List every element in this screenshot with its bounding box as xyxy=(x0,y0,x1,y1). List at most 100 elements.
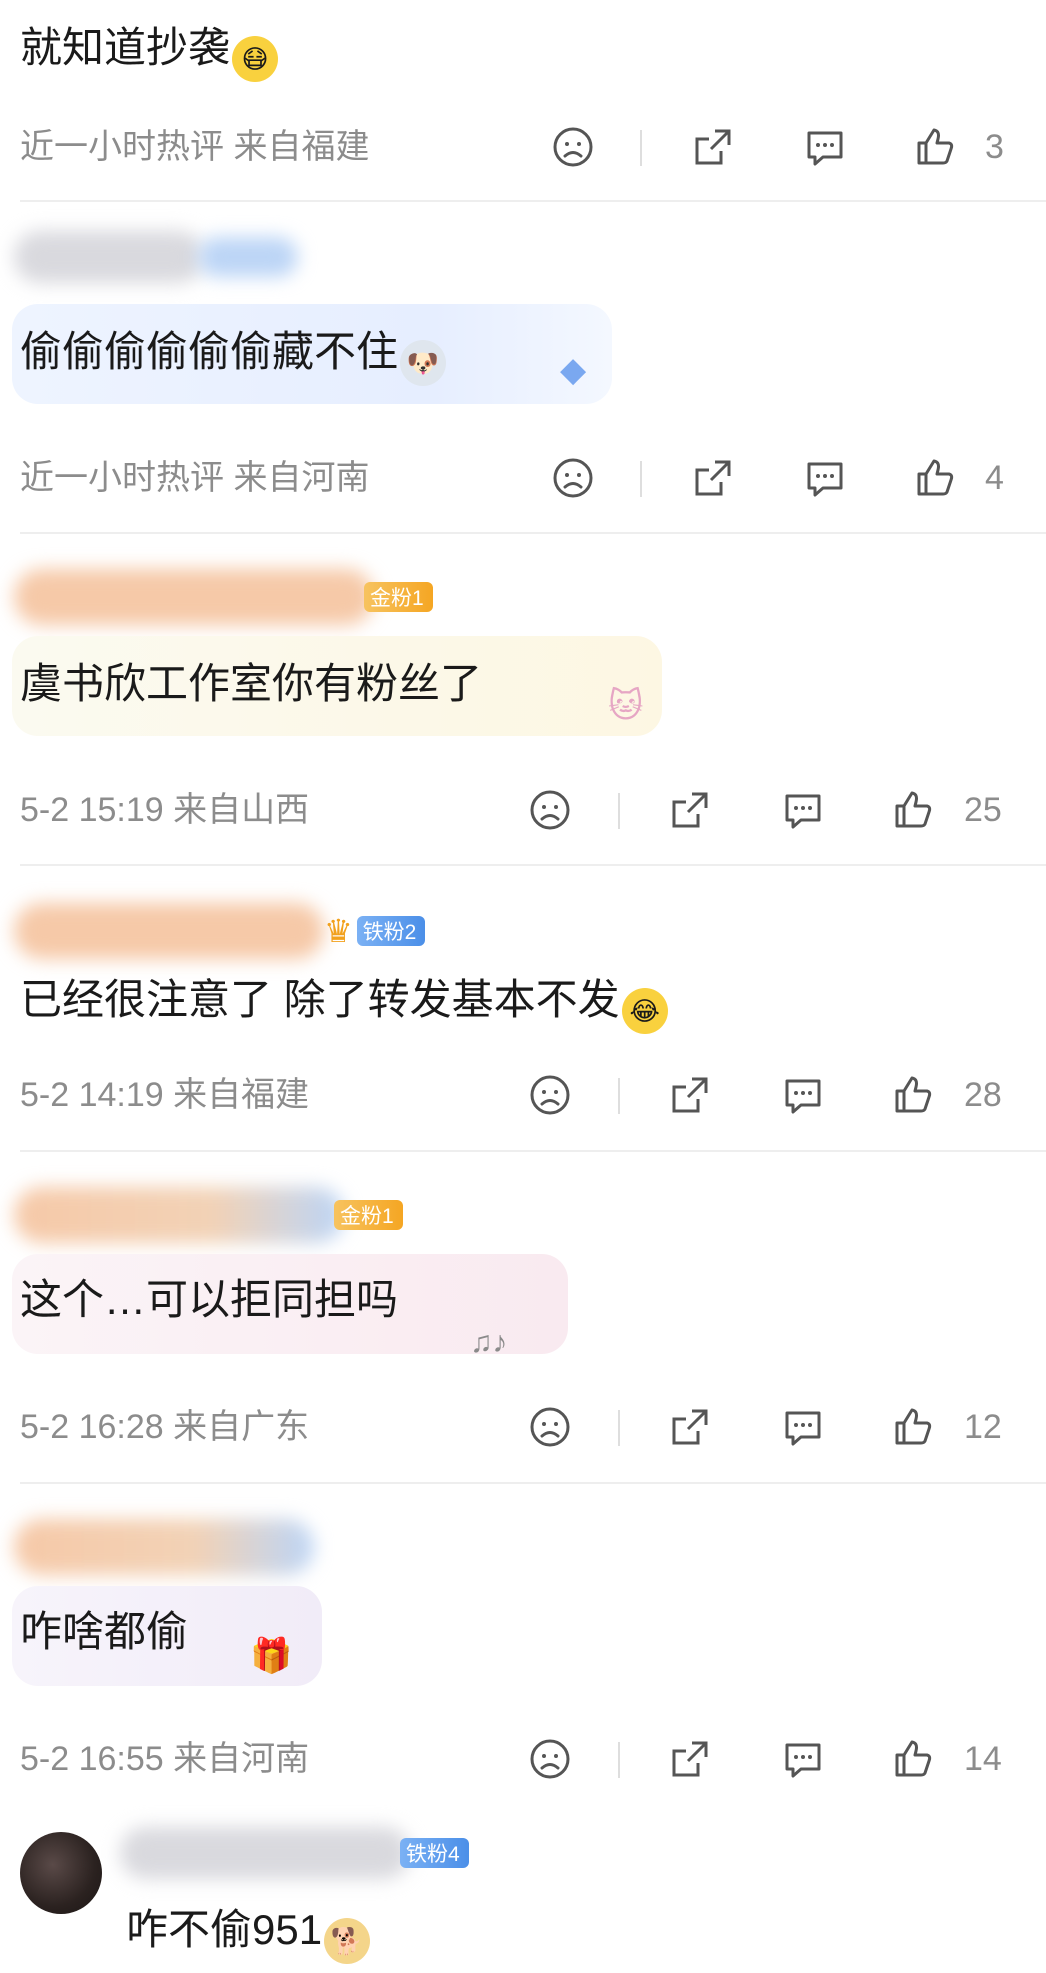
share-button[interactable] xyxy=(688,122,738,172)
blurred-username xyxy=(14,903,324,959)
share-icon xyxy=(695,129,731,165)
share-icon xyxy=(695,460,731,496)
doge-emoji-icon: 🐕 xyxy=(324,1918,371,1964)
comment-actions: 3 xyxy=(0,122,1046,172)
like-count: 3 xyxy=(985,128,1004,166)
comment-text: 咋不偷951 🐕 xyxy=(126,1900,371,1964)
share-button[interactable] xyxy=(665,1402,715,1452)
dislike-button[interactable] xyxy=(525,1734,575,1784)
divider xyxy=(20,1482,1046,1484)
fan-badge: 金粉1 xyxy=(364,582,433,612)
comment-icon xyxy=(807,131,843,166)
thumbs-up-icon xyxy=(895,1408,932,1445)
divider-line xyxy=(618,1410,620,1446)
dislike-button[interactable] xyxy=(548,122,598,172)
divider xyxy=(20,200,1046,202)
crown-icon: ♛ xyxy=(324,913,353,949)
like-button[interactable] xyxy=(888,785,938,835)
reply-button[interactable] xyxy=(778,785,828,835)
comment-actions: 4 xyxy=(0,453,1046,503)
username-blurred xyxy=(14,1512,314,1582)
like-button[interactable] xyxy=(888,1070,938,1120)
dislike-button[interactable] xyxy=(525,1070,575,1120)
sad-face-icon xyxy=(530,790,570,830)
like-button[interactable] xyxy=(910,122,960,172)
comment-text: 这个…可以拒同担吗 xyxy=(20,1276,399,1323)
comment-icon xyxy=(807,462,843,497)
divider xyxy=(20,864,1046,866)
reply-button[interactable] xyxy=(778,1402,828,1452)
blurred-username xyxy=(14,231,204,283)
comment-icon xyxy=(785,1079,821,1114)
dislike-button[interactable] xyxy=(525,785,575,835)
comment-icon xyxy=(785,1411,821,1446)
comment-text: 就知道抄袭 😷 xyxy=(20,18,279,82)
dislike-button[interactable] xyxy=(548,453,598,503)
cat-gift-decoration-icon: 🎁 xyxy=(250,1637,293,1675)
thumbs-up-icon xyxy=(895,1076,932,1113)
sad-face-icon xyxy=(530,1407,570,1447)
fan-badge: 金粉1 xyxy=(334,1200,403,1230)
comment-text: 偷偷偷偷偷偷藏不住 🐶 xyxy=(20,322,447,386)
username-blurred: 金粉1 xyxy=(14,1180,403,1250)
like-count: 14 xyxy=(964,1740,1002,1778)
reply-button[interactable] xyxy=(778,1734,828,1784)
comment-icon xyxy=(785,794,821,829)
reply-button[interactable] xyxy=(800,453,850,503)
sad-face-icon xyxy=(553,127,593,167)
comment-actions: 12 xyxy=(0,1402,1046,1452)
dislike-button[interactable] xyxy=(525,1402,575,1452)
piano-decoration-icon: ♫♪ xyxy=(470,1326,508,1359)
divider-line xyxy=(640,130,642,166)
share-icon xyxy=(672,1077,708,1113)
divider xyxy=(20,532,1046,534)
sticker-decoration-icon: 🐱 xyxy=(608,687,644,725)
blurred-badge xyxy=(198,237,298,277)
reply-button[interactable] xyxy=(800,122,850,172)
blurred-username xyxy=(14,1519,314,1575)
comment-text: 已经很注意了 除了转发基本不发 😂 xyxy=(20,970,668,1034)
comment-actions: 14 xyxy=(0,1734,1046,1784)
username-blurred: 金粉1 xyxy=(14,562,433,632)
share-button[interactable] xyxy=(665,1734,715,1784)
thumbs-up-icon xyxy=(895,1740,932,1777)
husky-emoji-icon: 🐶 xyxy=(400,340,447,386)
share-button[interactable] xyxy=(688,453,738,503)
share-icon xyxy=(672,792,708,828)
sad-face-icon xyxy=(553,458,593,498)
share-button[interactable] xyxy=(665,785,715,835)
like-button[interactable] xyxy=(888,1402,938,1452)
like-count: 4 xyxy=(985,459,1004,497)
diamond-decoration-icon: ◆ xyxy=(560,351,587,389)
comment-text: 虞书欣工作室你有粉丝了 xyxy=(20,660,483,707)
avatar[interactable] xyxy=(20,1832,102,1914)
comment-actions: 25 xyxy=(0,785,1046,835)
divider-line xyxy=(618,1742,620,1778)
thumbs-up-icon xyxy=(917,128,954,165)
fan-badge: 铁粉2 xyxy=(356,916,426,946)
username-blurred: 铁粉4 xyxy=(120,1818,469,1888)
sad-face-icon xyxy=(530,1739,570,1779)
username-blurred xyxy=(14,222,298,292)
like-button[interactable] xyxy=(888,1734,938,1784)
reply-button[interactable] xyxy=(778,1070,828,1120)
blurred-username xyxy=(14,569,374,625)
thumbs-up-icon xyxy=(895,791,932,828)
laughing-tears-emoji-icon: 😂 xyxy=(621,988,668,1034)
username-blurred: ♛ 铁粉2 xyxy=(14,896,426,966)
comment-text: 咋啥都偷 xyxy=(20,1608,189,1655)
share-icon xyxy=(672,1409,708,1445)
sad-face-icon xyxy=(530,1075,570,1115)
blurred-username xyxy=(120,1827,410,1879)
share-button[interactable] xyxy=(665,1070,715,1120)
like-count: 12 xyxy=(964,1408,1002,1446)
like-count: 28 xyxy=(964,1076,1002,1114)
divider-line xyxy=(618,793,620,829)
divider xyxy=(20,1150,1046,1152)
like-count: 25 xyxy=(964,791,1002,829)
divider-line xyxy=(640,461,642,497)
sick-emoji-icon: 😷 xyxy=(232,36,279,82)
like-button[interactable] xyxy=(910,453,960,503)
comment-actions: 28 xyxy=(0,1070,1046,1120)
share-icon xyxy=(672,1741,708,1777)
